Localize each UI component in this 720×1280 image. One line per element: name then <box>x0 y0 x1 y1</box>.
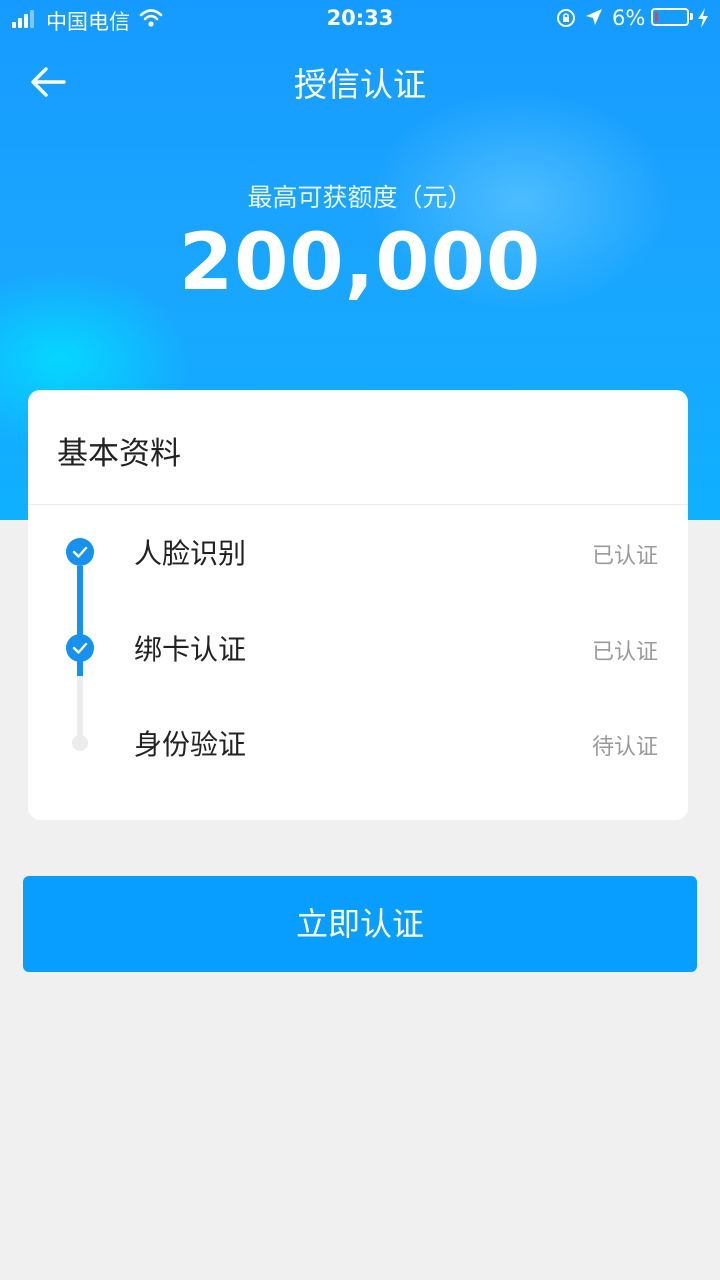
check-icon <box>66 634 94 662</box>
page-title: 授信认证 <box>294 65 426 104</box>
step-label: 人脸识别 <box>134 537 247 570</box>
battery-percent: 6% <box>612 6 646 30</box>
credit-limit-amount: 200,000 <box>178 218 542 308</box>
step-label: 绑卡认证 <box>134 633 247 666</box>
battery-tip <box>690 13 693 20</box>
step-label: 身份验证 <box>134 728 247 761</box>
step-face-recognition[interactable]: 人脸识别 已认证 <box>28 522 688 582</box>
check-icon <box>66 538 94 566</box>
card-divider <box>28 504 688 505</box>
step-status: 已认证 <box>591 640 658 665</box>
battery-icon <box>651 8 689 26</box>
status-bar: 中国电信 20:33 6% <box>0 0 720 40</box>
location-arrow-icon <box>586 9 602 25</box>
basic-info-card: 基本资料 人脸识别 已认证 绑卡认证 已认证 身份验证 待认证 <box>28 390 688 820</box>
step-status: 已认证 <box>591 544 658 569</box>
verify-now-button[interactable]: 立即认证 <box>23 876 697 972</box>
charging-bolt-icon <box>698 8 708 28</box>
step-identity-verification[interactable]: 身份验证 待认证 <box>28 713 688 773</box>
step-status: 待认证 <box>591 735 658 760</box>
credit-limit-label: 最高可获额度（元） <box>247 183 473 212</box>
pending-dot-icon <box>72 735 88 751</box>
card-title: 基本资料 <box>57 436 181 472</box>
step-bind-card[interactable]: 绑卡认证 已认证 <box>28 618 688 678</box>
orientation-lock-icon <box>557 9 575 27</box>
